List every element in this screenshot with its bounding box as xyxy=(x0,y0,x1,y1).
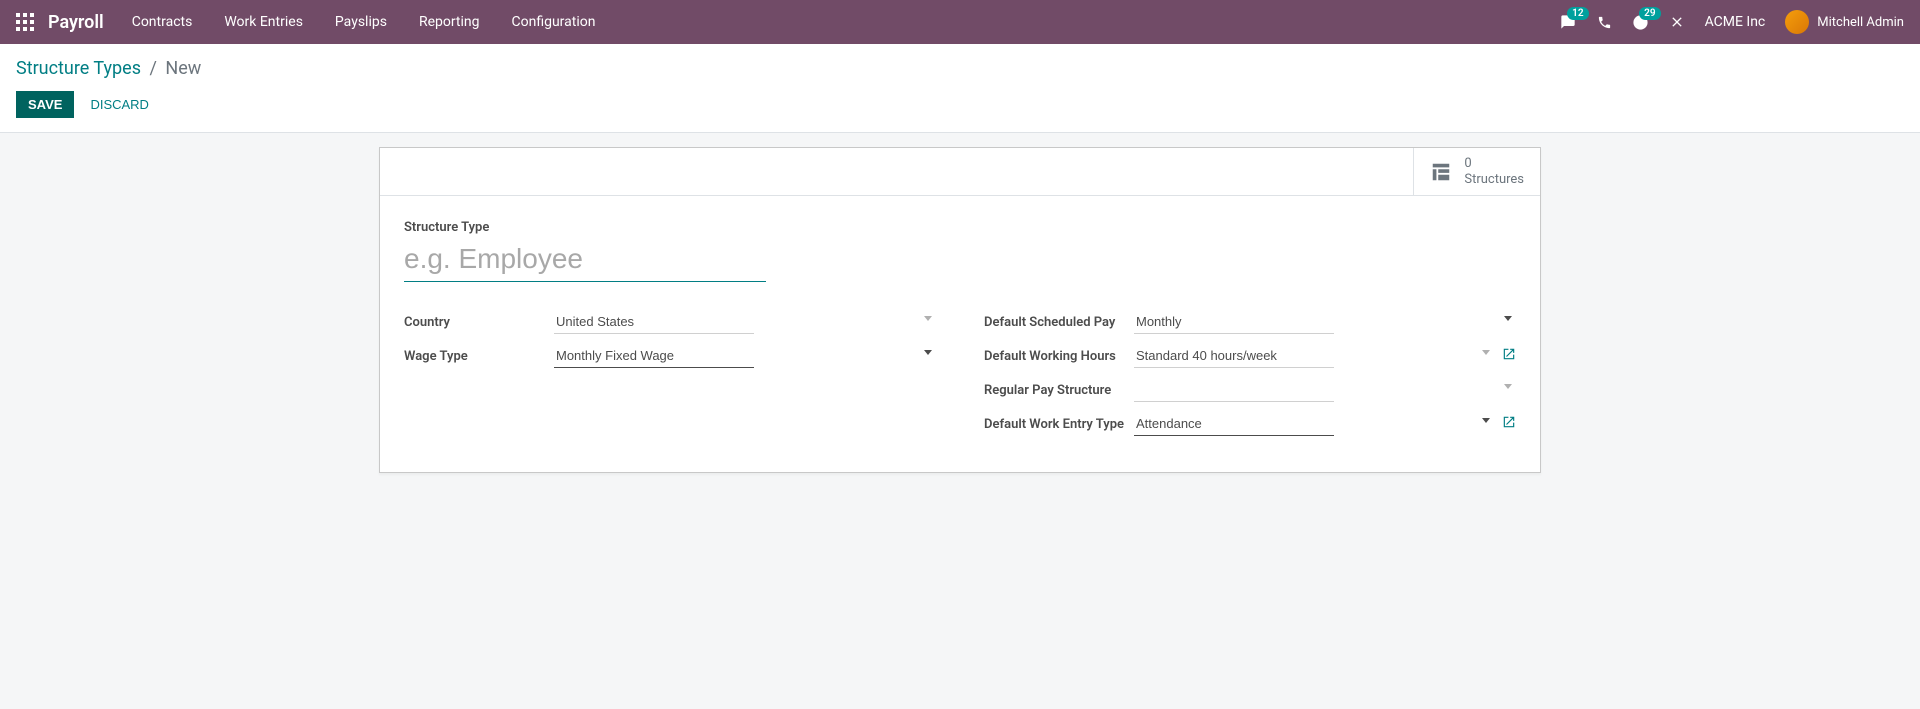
chevron-down-icon xyxy=(1504,316,1512,321)
nav-menu: Contracts Work Entries Payslips Reportin… xyxy=(132,14,596,30)
country-label: Country xyxy=(404,315,554,330)
nav-right: 12 29 ACME Inc Mitchell Admin xyxy=(1559,10,1904,34)
structure-type-input[interactable] xyxy=(404,241,766,282)
breadcrumb-current: New xyxy=(165,58,201,79)
phone-icon[interactable] xyxy=(1597,15,1612,30)
debug-icon[interactable] xyxy=(1669,14,1685,30)
avatar xyxy=(1785,10,1809,34)
app-brand[interactable]: Payroll xyxy=(48,12,104,33)
user-menu[interactable]: Mitchell Admin xyxy=(1785,10,1904,34)
nav-item-configuration[interactable]: Configuration xyxy=(512,14,596,30)
stat-count: 0 xyxy=(1464,156,1524,172)
external-link-icon[interactable] xyxy=(1502,347,1516,365)
wage-type-label: Wage Type xyxy=(404,349,554,364)
discard-button[interactable]: DISCARD xyxy=(90,97,149,112)
chevron-down-icon xyxy=(924,316,932,321)
chevron-down-icon xyxy=(1482,350,1490,355)
activities-badge: 29 xyxy=(1639,7,1660,20)
messages-badge: 12 xyxy=(1567,7,1588,20)
row-work-entry-type: Default Work Entry Type xyxy=(984,412,1516,436)
button-box: 0 Structures xyxy=(380,148,1540,196)
row-country: Country xyxy=(404,310,936,334)
working-hours-field[interactable] xyxy=(1134,344,1334,368)
country-field[interactable] xyxy=(554,310,754,334)
nav-item-reporting[interactable]: Reporting xyxy=(419,14,480,30)
schedule-pay-field[interactable] xyxy=(1134,310,1334,334)
nav-item-work-entries[interactable]: Work Entries xyxy=(224,14,303,30)
structures-icon xyxy=(1430,161,1452,183)
regular-pay-field[interactable] xyxy=(1134,378,1334,402)
breadcrumb: Structure Types / New xyxy=(16,58,1904,79)
stat-button-structures[interactable]: 0 Structures xyxy=(1413,148,1540,195)
control-panel: Structure Types / New SAVE DISCARD xyxy=(0,44,1920,133)
stat-text: 0 Structures xyxy=(1464,156,1524,187)
work-entry-type-label: Default Work Entry Type xyxy=(984,417,1134,432)
nav-item-contracts[interactable]: Contracts xyxy=(132,14,193,30)
activities-icon[interactable]: 29 xyxy=(1632,14,1649,31)
sheet-body: Structure Type Country xyxy=(380,196,1540,472)
breadcrumb-parent[interactable]: Structure Types xyxy=(16,58,141,79)
title-label: Structure Type xyxy=(404,220,1516,235)
company-switcher[interactable]: ACME Inc xyxy=(1705,14,1766,30)
external-link-icon[interactable] xyxy=(1502,415,1516,433)
navbar: Payroll Contracts Work Entries Payslips … xyxy=(0,0,1920,44)
sheet-container: 0 Structures Structure Type Country xyxy=(0,133,1920,473)
row-schedule-pay: Default Scheduled Pay xyxy=(984,310,1516,334)
chevron-down-icon xyxy=(924,350,932,355)
col-left: Country Wage Type xyxy=(404,310,936,436)
col-right: Default Scheduled Pay Default Working Ho… xyxy=(984,310,1516,436)
action-buttons: SAVE DISCARD xyxy=(16,91,1904,118)
user-name: Mitchell Admin xyxy=(1817,15,1904,30)
chevron-down-icon xyxy=(1482,418,1490,423)
work-entry-type-field[interactable] xyxy=(1134,412,1334,436)
row-working-hours: Default Working Hours xyxy=(984,344,1516,368)
chevron-down-icon xyxy=(1504,384,1512,389)
apps-icon[interactable] xyxy=(16,13,34,31)
form-sheet: 0 Structures Structure Type Country xyxy=(379,147,1541,473)
messages-icon[interactable]: 12 xyxy=(1559,14,1577,30)
breadcrumb-sep: / xyxy=(149,58,156,79)
regular-pay-label: Regular Pay Structure xyxy=(984,383,1134,398)
nav-item-payslips[interactable]: Payslips xyxy=(335,14,387,30)
row-regular-pay: Regular Pay Structure xyxy=(984,378,1516,402)
wage-type-field[interactable] xyxy=(554,344,754,368)
stat-label: Structures xyxy=(1464,172,1524,188)
form-columns: Country Wage Type xyxy=(404,310,1516,436)
save-button[interactable]: SAVE xyxy=(16,91,74,118)
working-hours-label: Default Working Hours xyxy=(984,349,1134,364)
schedule-pay-label: Default Scheduled Pay xyxy=(984,315,1134,330)
row-wage-type: Wage Type xyxy=(404,344,936,368)
